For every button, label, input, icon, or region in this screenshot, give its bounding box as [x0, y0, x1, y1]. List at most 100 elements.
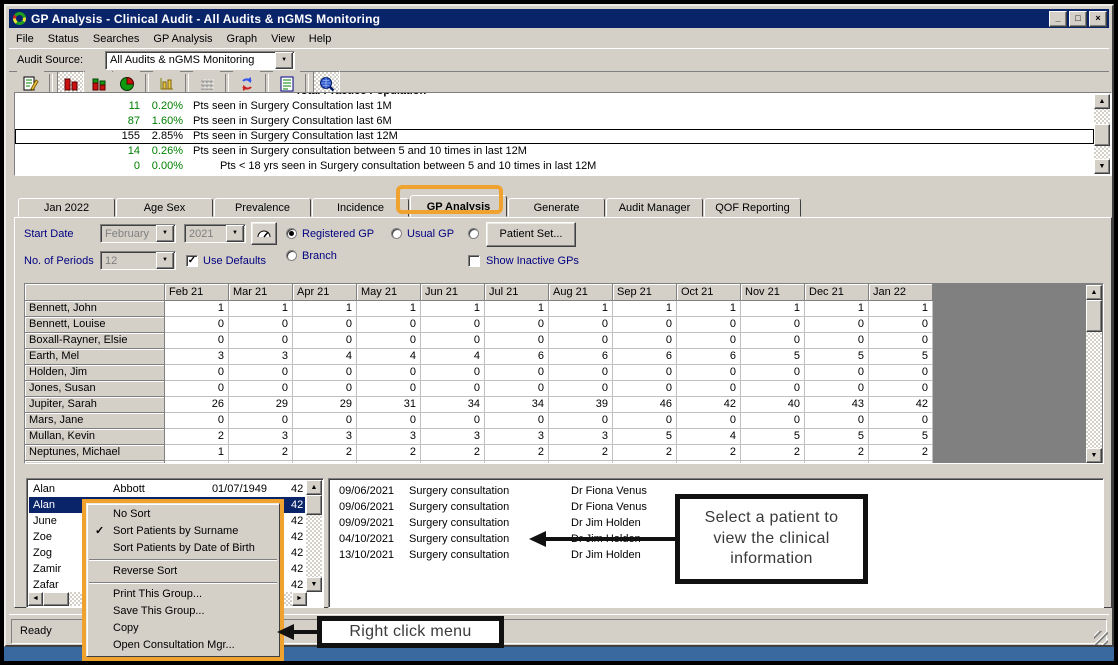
- grid-value-cell: 0: [741, 365, 805, 381]
- tab-generate[interactable]: Generate: [508, 198, 605, 217]
- grid-column-header[interactable]: May 21: [357, 284, 421, 301]
- tab-incidence[interactable]: Incidence: [312, 198, 409, 217]
- menu-item-status[interactable]: Status: [41, 31, 86, 47]
- grid-row: Jones, Susan000000000000: [25, 381, 1087, 397]
- patient-set-radio[interactable]: [468, 228, 479, 239]
- grid-value-cell: 0: [229, 381, 293, 397]
- scroll-left-button[interactable]: ◄: [28, 592, 43, 606]
- patient-set-button[interactable]: Patient Set...: [486, 222, 576, 247]
- population-row[interactable]: 1552.85%Pts seen in Surgery Consultation…: [15, 129, 1094, 144]
- grid-value-cell: 0: [293, 413, 357, 429]
- scroll-thumb[interactable]: [1086, 300, 1102, 332]
- grid-value-cell: 0: [485, 365, 549, 381]
- grid-gp-name-cell[interactable]: Neptunes, Michael: [25, 445, 165, 461]
- start-year-combo[interactable]: 2021▼: [184, 224, 246, 243]
- menu-item-view[interactable]: View: [264, 31, 302, 47]
- branch-radio[interactable]: [286, 250, 297, 261]
- title-bar: GP Analysis - Clinical Audit - All Audit…: [9, 9, 1109, 28]
- grid-value-cell: 0: [805, 413, 869, 429]
- grid-gp-name-cell[interactable]: Boxall-Rayner, Elsie: [25, 333, 165, 349]
- chevron-down-icon[interactable]: ▼: [226, 225, 244, 242]
- close-button[interactable]: ×: [1089, 11, 1107, 27]
- chevron-down-icon[interactable]: ▼: [156, 252, 174, 269]
- grid-column-header[interactable]: Feb 21: [165, 284, 229, 301]
- grid-column-header[interactable]: Apr 21: [293, 284, 357, 301]
- grid-column-header[interactable]: Aug 21: [549, 284, 613, 301]
- grid-gp-name-cell[interactable]: Jupiter, Sarah: [25, 397, 165, 413]
- start-month-combo[interactable]: February▼: [100, 224, 176, 243]
- population-scrollbar[interactable]: ▲ ▼: [1094, 94, 1110, 174]
- grid-filler: [933, 397, 1087, 413]
- grid-scrollbar[interactable]: ▲ ▼: [1086, 285, 1102, 463]
- grid-row-clipped: [25, 461, 1087, 464]
- grid-gp-name-cell[interactable]: Jones, Susan: [25, 381, 165, 397]
- registered-gp-radio[interactable]: [286, 228, 297, 239]
- scroll-down-button[interactable]: ▼: [1094, 159, 1110, 174]
- menu-item-file[interactable]: File: [9, 31, 41, 47]
- grid-column-header[interactable]: Jun 21: [421, 284, 485, 301]
- resize-grip[interactable]: [1094, 631, 1108, 645]
- scroll-up-button[interactable]: ▲: [1094, 94, 1110, 109]
- scroll-down-button[interactable]: ▼: [306, 577, 322, 592]
- periods-combo[interactable]: 12▼: [100, 251, 176, 270]
- patient-row[interactable]: AlanAbbott01/07/194942: [29, 481, 305, 497]
- grid-value-cell: 31: [357, 397, 421, 413]
- gauge-button[interactable]: [251, 222, 277, 245]
- tab-qof-reporting[interactable]: QOF Reporting: [704, 198, 801, 217]
- menu-item-help[interactable]: Help: [302, 31, 339, 47]
- consultation-type: Surgery consultation: [409, 547, 571, 563]
- scroll-up-button[interactable]: ▲: [1086, 285, 1102, 300]
- grid-value-cell: 0: [165, 333, 229, 349]
- tab-audit-manager[interactable]: Audit Manager: [606, 198, 703, 217]
- minimize-button[interactable]: _: [1049, 11, 1067, 27]
- chevron-down-icon[interactable]: ▼: [275, 52, 293, 69]
- tab-age-sex[interactable]: Age Sex: [116, 198, 213, 217]
- scroll-thumb[interactable]: [43, 592, 69, 606]
- grid-gp-name-cell[interactable]: Bennett, Louise: [25, 317, 165, 333]
- grid-row: Earth, Mel334446666555: [25, 349, 1087, 365]
- grid-value-cell: 0: [485, 317, 549, 333]
- usual-gp-radio[interactable]: [391, 228, 402, 239]
- grid-column-header[interactable]: Nov 21: [741, 284, 805, 301]
- grid-column-header[interactable]: Sep 21: [613, 284, 677, 301]
- maximize-button[interactable]: □: [1069, 11, 1087, 27]
- grid-value-cell: 3: [229, 349, 293, 365]
- tab-jan-2022[interactable]: Jan 2022: [18, 198, 115, 217]
- population-row[interactable]: 00.00%Pts < 18 yrs seen in Surgery consu…: [15, 159, 1094, 174]
- grid-gp-name-cell[interactable]: Mullan, Kevin: [25, 429, 165, 445]
- show-inactive-checkbox[interactable]: [468, 255, 480, 267]
- grid-gp-name-cell[interactable]: Bennett, John: [25, 301, 165, 317]
- patient-first-name: Alan: [29, 481, 113, 497]
- population-row[interactable]: 110.20%Pts seen in Surgery Consultation …: [15, 99, 1094, 114]
- show-inactive-label: Show Inactive GPs: [486, 251, 579, 271]
- scroll-right-button[interactable]: ►: [292, 592, 307, 606]
- audit-source-combo[interactable]: All Audits & nGMS Monitoring ▼: [105, 51, 295, 70]
- grid-gp-name-cell[interactable]: Holden, Jim: [25, 365, 165, 381]
- grid-value-cell: 1: [165, 301, 229, 317]
- grid-value-cell: 29: [293, 397, 357, 413]
- patient-scrollbar[interactable]: ▲ ▼: [306, 480, 322, 592]
- grid-column-header[interactable]: Oct 21: [677, 284, 741, 301]
- population-description: Pts < 18 yrs seen in Surgery consultatio…: [220, 159, 596, 174]
- population-row[interactable]: 871.60%Pts seen in Surgery Consultation …: [15, 114, 1094, 129]
- scroll-up-button[interactable]: ▲: [306, 480, 322, 495]
- scroll-thumb[interactable]: [306, 495, 322, 515]
- grid-filler: [933, 429, 1087, 445]
- menu-item-searches[interactable]: Searches: [86, 31, 146, 47]
- grid-column-header[interactable]: Jan 22: [869, 284, 933, 301]
- menu-item-graph[interactable]: Graph: [220, 31, 265, 47]
- registered-gp-label: Registered GP: [302, 224, 374, 244]
- grid-column-header[interactable]: Mar 21: [229, 284, 293, 301]
- grid-value-cell: 1: [869, 301, 933, 317]
- menu-item-gp-analysis[interactable]: GP Analysis: [146, 31, 219, 47]
- scroll-down-button[interactable]: ▼: [1086, 448, 1102, 463]
- grid-gp-name-cell[interactable]: Earth, Mel: [25, 349, 165, 365]
- use-defaults-checkbox[interactable]: ✓: [186, 255, 198, 267]
- grid-column-header[interactable]: Jul 21: [485, 284, 549, 301]
- chevron-down-icon[interactable]: ▼: [156, 225, 174, 242]
- tab-prevalence[interactable]: Prevalence: [214, 198, 311, 217]
- population-row[interactable]: 140.26%Pts seen in Surgery consultation …: [15, 144, 1094, 159]
- grid-gp-name-cell[interactable]: Mars, Jane: [25, 413, 165, 429]
- scroll-thumb[interactable]: [1094, 124, 1110, 146]
- grid-column-header[interactable]: Dec 21: [805, 284, 869, 301]
